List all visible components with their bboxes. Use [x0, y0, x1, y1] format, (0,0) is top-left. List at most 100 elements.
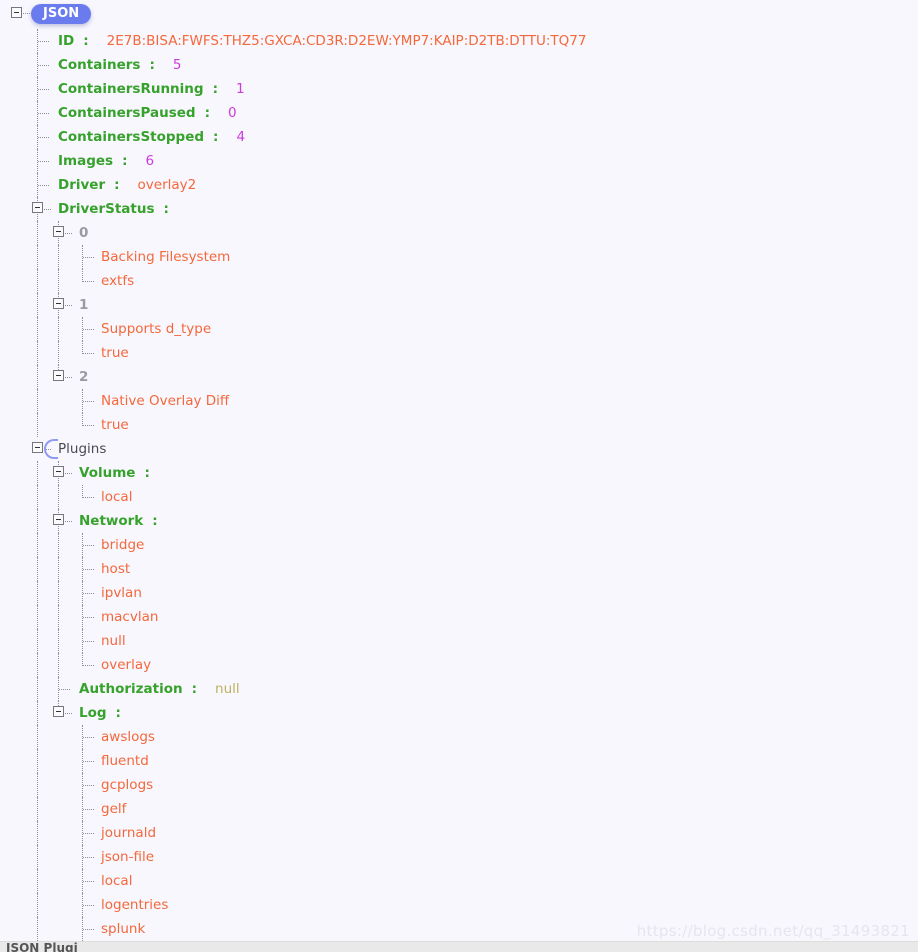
- row-label: ContainersPaused: 0: [58, 101, 237, 125]
- tree-guide-l1: [37, 341, 38, 365]
- tree-guide-l1: [37, 821, 38, 845]
- tree-guide-l1: [37, 389, 38, 413]
- tree-row-log-2[interactable]: gcplogs: [0, 773, 918, 797]
- tree-row-root[interactable]: JSON: [0, 0, 918, 26]
- value-log-5: json-file: [101, 849, 155, 865]
- tree-row-driver-status[interactable]: DriverStatus:: [0, 197, 918, 221]
- tree-row-log-1[interactable]: fluentd: [0, 749, 918, 773]
- tree-row-driver-status-0[interactable]: 0: [0, 221, 918, 245]
- tree-row-driver-status-0-v1[interactable]: extfs: [0, 269, 918, 293]
- tree-row-authorization[interactable]: Authorization: null: [0, 677, 918, 701]
- tree-guide-l1: [37, 605, 38, 629]
- tree-row-log-0[interactable]: awslogs: [0, 725, 918, 749]
- tree-tick: [83, 617, 94, 618]
- tree-row-driver-status-2[interactable]: 2: [0, 365, 918, 389]
- tree-guide-l1: [37, 749, 38, 773]
- tree-row-id[interactable]: ID: 2E7B:BISA:FWFS:THZ5:GXCA:CD3R:D2EW:YM…: [0, 29, 918, 53]
- tree-guide-l1: [37, 797, 38, 821]
- tree-row-network-3[interactable]: macvlan: [0, 605, 918, 629]
- tree-row-network-5[interactable]: overlay: [0, 653, 918, 677]
- tree-row-driver-status-2-v0[interactable]: Native Overlay Diff: [0, 389, 918, 413]
- tree-tick: [83, 761, 94, 762]
- tree-row-driver-status-2-v1[interactable]: true: [0, 413, 918, 437]
- key-network: Network: [79, 513, 144, 529]
- tree-row-log-7[interactable]: logentries: [0, 893, 918, 917]
- tree-row-network-2[interactable]: ipvlan: [0, 581, 918, 605]
- key-images: Images: [58, 153, 114, 169]
- tree-row-driver-status-1-v0[interactable]: Supports d_type: [0, 317, 918, 341]
- expander-driver-status-1[interactable]: [53, 298, 64, 309]
- tree-guide-l1: [37, 461, 38, 485]
- expander-dots: [65, 473, 72, 474]
- tree-guide-l2: [58, 485, 59, 509]
- tree-row-driver-status-0-v0[interactable]: Backing Filesystem: [0, 245, 918, 269]
- expander-dots: [65, 521, 72, 522]
- tree-guide-l2: [58, 581, 59, 605]
- expander-driver-status-0[interactable]: [53, 226, 64, 237]
- expander-network[interactable]: [53, 514, 64, 525]
- tree-row-plugins[interactable]: Plugins: [0, 437, 918, 461]
- tree-row-network-1[interactable]: host: [0, 557, 918, 581]
- key-containers-running: ContainersRunning: [58, 81, 204, 97]
- tree-row-log-8[interactable]: splunk: [0, 917, 918, 941]
- value-authorization: null: [215, 681, 240, 697]
- expander-plugins[interactable]: [32, 442, 43, 453]
- tree-tick: [83, 641, 94, 642]
- expander-driver-status[interactable]: [32, 202, 43, 213]
- tree-tick: [38, 65, 49, 66]
- tree-row-containers-paused[interactable]: ContainersPaused: 0: [0, 101, 918, 125]
- tree-row-driver-status-1[interactable]: 1: [0, 293, 918, 317]
- expander-volume[interactable]: [53, 466, 64, 477]
- row-label: ID: 2E7B:BISA:FWFS:THZ5:GXCA:CD3R:D2EW:YM…: [58, 29, 586, 53]
- json-tree-viewer[interactable]: JSON ID: 2E7B:BISA:FWFS:THZ5:GXCA:CD3R:D2…: [0, 0, 918, 941]
- expander-dots: [44, 209, 51, 210]
- tree-row-driver[interactable]: Driver: overlay2: [0, 173, 918, 197]
- expander-dots: [65, 377, 72, 378]
- tree-row-network-4[interactable]: null: [0, 629, 918, 653]
- value-images: 6: [145, 153, 155, 169]
- key-authorization: Authorization: [79, 681, 183, 697]
- tree-row-log-5[interactable]: json-file: [0, 845, 918, 869]
- expander-root[interactable]: [11, 7, 22, 18]
- expander-driver-status-2[interactable]: [53, 370, 64, 381]
- row-label: Log:: [79, 701, 121, 725]
- tree-row-containers[interactable]: Containers: 5: [0, 53, 918, 77]
- expander-log[interactable]: [53, 706, 64, 717]
- tree-row-images[interactable]: Images: 6: [0, 149, 918, 173]
- key-separator: :: [152, 513, 158, 529]
- tree-row-log-4[interactable]: journald: [0, 821, 918, 845]
- tree-tick: [83, 545, 94, 546]
- tree-tick: [83, 329, 94, 330]
- row-label: ContainersStopped: 4: [58, 125, 245, 149]
- tree-row-network-0[interactable]: bridge: [0, 533, 918, 557]
- root-json-badge[interactable]: JSON: [31, 4, 92, 24]
- tree-tick: [83, 905, 94, 906]
- tree-row-volume-0[interactable]: local: [0, 485, 918, 509]
- value-network-5: overlay: [101, 657, 152, 673]
- value-network-3: macvlan: [101, 609, 159, 625]
- tree-tick: [83, 737, 94, 738]
- tree-tick: [83, 785, 94, 786]
- tree-row-log[interactable]: Log:: [0, 701, 918, 725]
- tree-row-containers-running[interactable]: ContainersRunning: 1: [0, 77, 918, 101]
- tree-row-log-6[interactable]: local: [0, 869, 918, 893]
- tree-row-driver-status-1-v1[interactable]: true: [0, 341, 918, 365]
- tree-tick: [83, 281, 94, 282]
- tree-tick: [59, 689, 70, 690]
- key-separator: :: [212, 81, 218, 97]
- tree-tick: [38, 185, 49, 186]
- tree-row-network[interactable]: Network:: [0, 509, 918, 533]
- tree-guide-l1: [37, 653, 38, 677]
- row-label: DriverStatus:: [58, 197, 169, 221]
- key-separator: :: [213, 129, 219, 145]
- value-network-2: ipvlan: [101, 585, 142, 601]
- tree-tick: [83, 569, 94, 570]
- tree-row-log-3[interactable]: gelf: [0, 797, 918, 821]
- value-network-0: bridge: [101, 537, 145, 553]
- label-plugins: Plugins: [58, 441, 107, 457]
- value-driver-status-1-0: Supports d_type: [101, 321, 212, 337]
- tree-row-containers-stopped[interactable]: ContainersStopped: 4: [0, 125, 918, 149]
- tree-row-volume[interactable]: Volume:: [0, 461, 918, 485]
- key-separator: :: [122, 153, 128, 169]
- tree-guide-l1: [37, 845, 38, 869]
